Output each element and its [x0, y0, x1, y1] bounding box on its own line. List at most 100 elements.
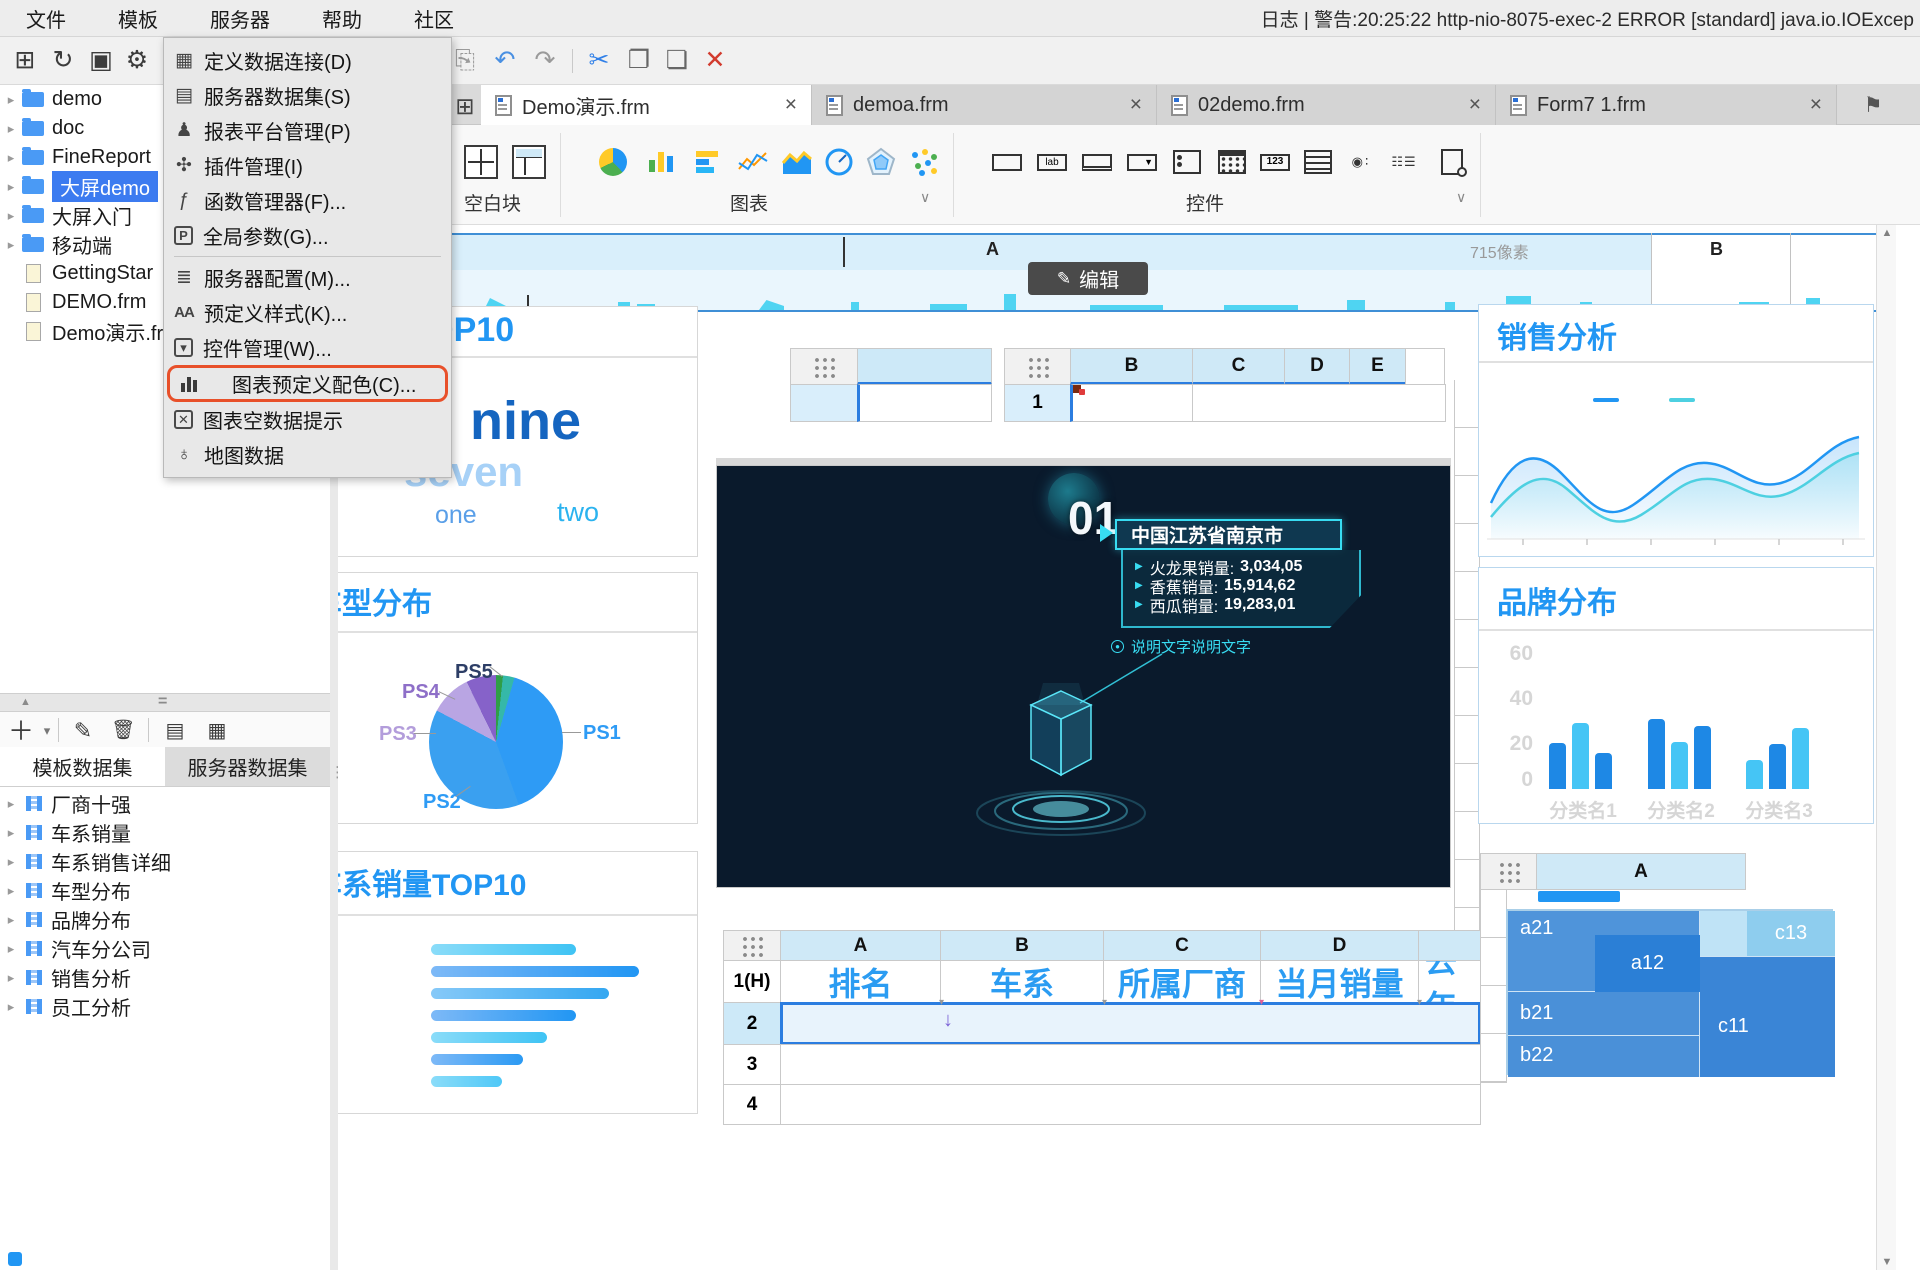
tab-02demo[interactable]: 02demo.frm ×: [1157, 85, 1496, 125]
notification-dot[interactable]: [8, 1252, 22, 1266]
menu-item-global-param[interactable]: P全局参数(G)...: [164, 218, 451, 253]
hbar-widget[interactable]: 车系销量TOP10: [338, 851, 698, 1114]
block-cell-c11[interactable]: c11: [1700, 957, 1835, 1077]
sheet-header-cell[interactable]: [857, 348, 992, 385]
radio-widget-icon[interactable]: ◉∶: [1344, 145, 1378, 179]
textarea-widget-icon[interactable]: [1080, 145, 1114, 179]
bar-chart-icon[interactable]: [644, 145, 678, 179]
table-cell-lastyear[interactable]: 去年: [1418, 960, 1481, 1003]
table-col-header-a[interactable]: A: [780, 930, 941, 961]
pie-chart-icon[interactable]: [596, 145, 630, 179]
parameter-pane-toggle-icon[interactable]: ⊞: [448, 89, 482, 123]
sheet-col-header[interactable]: D: [1284, 348, 1350, 385]
menu-item-platform-manage[interactable]: ♟报表平台管理(P): [164, 113, 451, 148]
datepicker-widget-icon[interactable]: [1215, 145, 1249, 179]
menu-help[interactable]: 帮助: [296, 0, 388, 37]
menu-item-server-config[interactable]: ≣服务器配置(M)...: [164, 260, 451, 295]
sheet-row-label-column[interactable]: [1480, 889, 1507, 1083]
line-chart-icon[interactable]: [736, 145, 770, 179]
hbar-chart-icon[interactable]: [690, 145, 724, 179]
menu-server[interactable]: 服务器: [184, 0, 296, 37]
blank-block-icon[interactable]: [464, 145, 498, 179]
menu-item-predefined-style[interactable]: AA预定义样式(K)...: [164, 295, 451, 330]
table-col-header-e[interactable]: [1418, 930, 1481, 961]
tab-overflow-flag-icon[interactable]: ⚑: [1856, 89, 1890, 123]
menu-item-widget-manage[interactable]: ▾控件管理(W)...: [164, 330, 451, 365]
sheet-cell[interactable]: [857, 384, 992, 422]
table-row-label[interactable]: 2: [723, 1002, 781, 1045]
combobox-widget-icon[interactable]: ▼: [1125, 145, 1159, 179]
legend-series2-icon[interactable]: [1669, 398, 1695, 402]
table-col-header-d[interactable]: D: [1260, 930, 1419, 961]
delete-icon[interactable]: ✕: [698, 43, 732, 77]
dataset-item[interactable]: ▸员工分析: [0, 992, 330, 1021]
menu-item-function-manager[interactable]: ƒ函数管理器(F)...: [164, 183, 451, 218]
legend-series1-icon[interactable]: [1593, 398, 1619, 402]
sheet-col-header[interactable]: E: [1349, 348, 1406, 385]
tab-close-icon[interactable]: ×: [759, 93, 797, 117]
chart-section-caret-icon[interactable]: ∨: [920, 189, 930, 206]
block-cell-a12[interactable]: a12: [1595, 935, 1700, 992]
paste-icon[interactable]: ❏: [660, 43, 694, 77]
dataset-item[interactable]: ▸车系销售详细: [0, 847, 330, 876]
sheet-col-header[interactable]: B: [1070, 348, 1193, 385]
expand-arrow-icon[interactable]: ▸: [0, 92, 22, 108]
table-row-label[interactable]: 3: [723, 1044, 781, 1085]
menu-item-data-connection[interactable]: ▦定义数据连接(D): [164, 43, 451, 78]
map-dashboard-widget[interactable]: 01 中国江苏省南京市 ▶火龙果销量:3,034,05 ▶香蕉销量:15,914…: [716, 465, 1451, 888]
radiogroup-widget-icon[interactable]: [1170, 145, 1204, 179]
table-col-header-b[interactable]: B: [940, 930, 1104, 961]
paste-doc-icon[interactable]: ⎘: [448, 43, 482, 77]
menu-item-map-data[interactable]: ♁地图数据: [164, 437, 451, 472]
sheet-cells[interactable]: [1192, 384, 1446, 422]
tab-template-dataset[interactable]: 模板数据集: [0, 747, 165, 786]
mini-sheet-bcde[interactable]: B C D E 1: [1004, 348, 1445, 422]
tab-close-icon[interactable]: ×: [1784, 93, 1822, 117]
sheet-header-blank[interactable]: [1405, 348, 1445, 385]
design-canvas[interactable]: A B 715像素 ✎编辑 TOP10 nine sev: [338, 225, 1920, 1270]
tab-server-dataset[interactable]: 服务器数据集: [165, 747, 330, 786]
sheet-drag-handle[interactable]: [1480, 853, 1537, 890]
gauge-chart-icon[interactable]: [822, 145, 856, 179]
report-block-widget[interactable]: a21 a12 c13 c11 b21 b22: [1506, 909, 1833, 1075]
canvas-scrollbar[interactable]: ▲ ▼: [1876, 225, 1896, 1270]
sheet-row-label[interactable]: 1: [1004, 384, 1071, 422]
tab-close-icon[interactable]: ×: [1443, 93, 1481, 117]
dataset-item[interactable]: ▸品牌分布: [0, 905, 330, 934]
splitter-handle-icon[interactable]: =: [158, 693, 167, 711]
main-report-table[interactable]: A B C D 1(H) 排名 车系 所属厂商 当月销量 去年 2 ↓ ▾ ▾ …: [723, 930, 1481, 1126]
panel-splitter[interactable]: ▲ =: [0, 693, 330, 712]
table-cell-manufacturer[interactable]: 所属厂商: [1103, 960, 1261, 1003]
scatter-chart-icon[interactable]: [907, 145, 941, 179]
block-cell-gap[interactable]: [1700, 911, 1747, 957]
tab-close-icon[interactable]: ×: [1104, 93, 1142, 117]
menu-item-server-dataset[interactable]: ▤服务器数据集(S): [164, 78, 451, 113]
delete-dataset-icon[interactable]: 🗑︎: [106, 714, 140, 748]
dataset-item[interactable]: ▸销售分析: [0, 963, 330, 992]
sheet-drag-handle[interactable]: [790, 348, 858, 385]
table-drag-handle[interactable]: [723, 930, 781, 961]
edit-dataset-icon[interactable]: ✎: [66, 714, 100, 748]
list-widget-icon[interactable]: [1301, 145, 1335, 179]
table-empty-row[interactable]: [780, 1084, 1481, 1125]
settings-icon[interactable]: ⚙: [120, 43, 154, 77]
sheet-row-label[interactable]: [790, 384, 858, 422]
scroll-up-icon[interactable]: ▲: [1877, 227, 1897, 239]
undo-icon[interactable]: ↶: [488, 43, 522, 77]
menu-item-plugin-manage[interactable]: ✣插件管理(I): [164, 148, 451, 183]
table-cell-series[interactable]: 车系: [940, 960, 1104, 1003]
tab-demo-yanshi[interactable]: Demo演示.frm ×: [481, 85, 812, 125]
block-cell-b22[interactable]: b22: [1508, 1036, 1700, 1077]
tab-form7[interactable]: Form7 1.frm ×: [1496, 85, 1837, 125]
dataset-item[interactable]: ▸厂商十强: [0, 789, 330, 818]
sheet-cell-b1[interactable]: [1070, 384, 1193, 422]
preview-dataset-icon[interactable]: ▤: [158, 714, 192, 748]
sheet-drag-handle[interactable]: [1004, 348, 1071, 385]
textfield-widget-icon[interactable]: [990, 145, 1024, 179]
sales-analysis-widget[interactable]: 销售分析: [1478, 304, 1874, 557]
sheet-col-header[interactable]: C: [1192, 348, 1285, 385]
widget-section-caret-icon[interactable]: ∨: [1456, 189, 1466, 206]
table-col-header-c[interactable]: C: [1103, 930, 1261, 961]
parameter-pane-right[interactable]: [1651, 235, 1876, 310]
table-row-label[interactable]: 4: [723, 1084, 781, 1125]
